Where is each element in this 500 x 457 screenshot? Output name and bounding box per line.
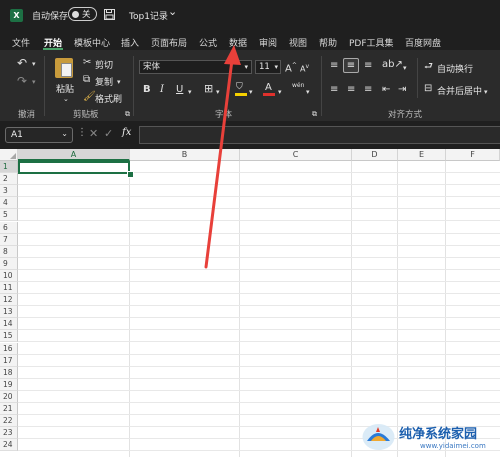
watermark-text: 纯净系统家园 xyxy=(399,427,478,442)
watermark-badge-icon xyxy=(362,424,395,450)
watermark-url: www.yidaimei.com xyxy=(420,442,486,450)
watermark-logo xyxy=(361,419,396,451)
annotation-arrow xyxy=(204,45,241,269)
